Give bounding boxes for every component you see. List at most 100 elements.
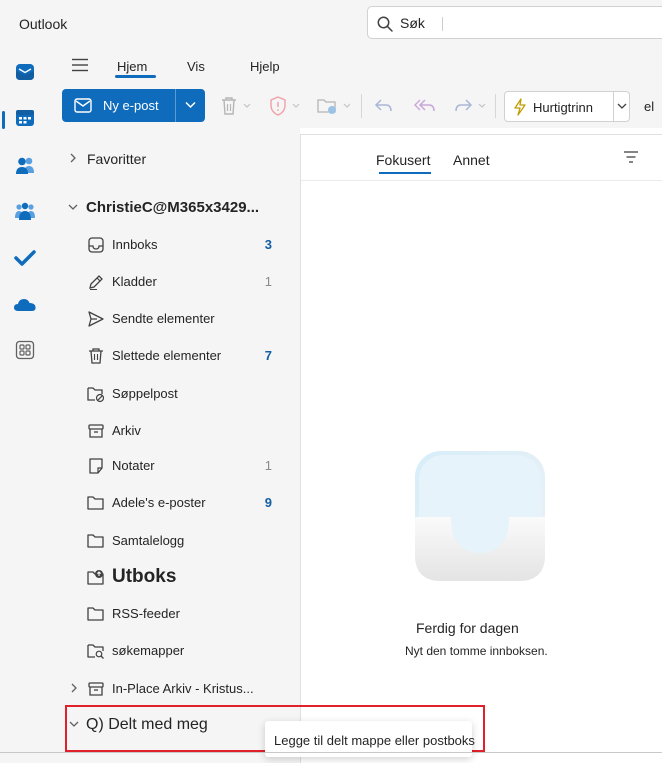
chevron-down-icon bbox=[617, 103, 627, 109]
rail-groups-button[interactable] bbox=[8, 194, 42, 228]
chevron-right-icon bbox=[71, 683, 77, 693]
favorites-section[interactable]: Favoritter bbox=[50, 141, 300, 177]
list-tab-selected-indicator bbox=[379, 172, 431, 174]
folder-label: Samtalelogg bbox=[112, 533, 185, 548]
new-mail-button-group: Ny e-post bbox=[62, 89, 205, 122]
chevron-down-icon bbox=[68, 204, 78, 210]
account-label: ChristieC@M365x3429... bbox=[86, 199, 260, 216]
tab-hjem[interactable]: Hjem bbox=[117, 59, 147, 74]
unread-count: 1 bbox=[264, 274, 272, 289]
folder-label: Innboks bbox=[112, 237, 158, 252]
new-mail-button[interactable]: Ny e-post bbox=[62, 89, 175, 122]
search-icon bbox=[377, 16, 393, 32]
folder-label: Søppelpost bbox=[112, 386, 178, 401]
quick-steps-button[interactable]: Hurtigtrinn bbox=[504, 91, 630, 122]
rail-todo-button[interactable] bbox=[8, 241, 42, 275]
rail-apps-button[interactable] bbox=[8, 333, 42, 367]
drafts-icon bbox=[89, 275, 103, 290]
trash-icon bbox=[222, 97, 251, 115]
reply-icon bbox=[374, 99, 392, 112]
shield-icon bbox=[270, 96, 300, 116]
reply-all-button[interactable] bbox=[412, 94, 438, 118]
outbox-icon bbox=[87, 570, 104, 585]
folder-label: Utboks bbox=[112, 566, 177, 587]
message-list-pane: Fokusert Annet Ferdig for dagen Nyt den … bbox=[300, 134, 662, 763]
folder-item-innboks[interactable]: Innboks 3 bbox=[50, 227, 300, 263]
folder-icon bbox=[87, 496, 104, 510]
tab-hjelp[interactable]: Hjelp bbox=[250, 59, 280, 74]
tab-annet[interactable]: Annet bbox=[453, 152, 490, 168]
folder-label: In-Place Arkiv - Kristus... bbox=[112, 681, 254, 696]
search-input[interactable]: Søk bbox=[367, 6, 662, 39]
folder-item-rss-feeder[interactable]: RSS-feeder bbox=[50, 596, 300, 632]
folder-item-sendte-elementer[interactable]: Sendte elementer bbox=[50, 301, 300, 337]
folder-label: Arkiv bbox=[112, 423, 141, 438]
filter-icon[interactable] bbox=[623, 150, 639, 164]
rail-active-indicator bbox=[2, 111, 5, 129]
folder-item-adeles-e-poster[interactable]: Adele's e-poster 9 bbox=[50, 485, 300, 521]
unread-count: 3 bbox=[264, 237, 272, 252]
folder-label: søkemapper bbox=[112, 643, 185, 658]
delete-button[interactable] bbox=[218, 94, 254, 118]
folder-pane: Favoritter ChristieC@M365x3429... Innbok… bbox=[50, 128, 300, 763]
folder-item-soppelpost[interactable]: Søppelpost bbox=[50, 376, 300, 412]
forward-icon bbox=[455, 99, 486, 112]
toolbar-separator bbox=[495, 94, 496, 118]
forward-button[interactable] bbox=[452, 94, 492, 118]
folder-item-samtalelogg[interactable]: Samtalelogg bbox=[50, 523, 300, 559]
folder-label: Slettede elementer bbox=[112, 348, 222, 363]
rail-calendar-button[interactable] bbox=[8, 101, 42, 135]
rail-mail-button[interactable] bbox=[8, 55, 42, 89]
chevron-right-icon bbox=[70, 153, 76, 163]
onedrive-icon bbox=[14, 299, 36, 311]
move-button[interactable] bbox=[316, 94, 354, 118]
folder-item-sokemapper[interactable]: søkemapper bbox=[50, 633, 300, 669]
folder-icon bbox=[87, 534, 104, 548]
tab-vis[interactable]: Vis bbox=[187, 59, 205, 74]
app-title: Outlook bbox=[19, 16, 68, 32]
rail-people-button[interactable] bbox=[8, 148, 42, 182]
folder-label: Sendte elementer bbox=[112, 311, 215, 326]
unread-count: 1 bbox=[264, 458, 272, 473]
quick-steps-dropdown[interactable] bbox=[613, 92, 630, 121]
todo-icon bbox=[14, 250, 36, 266]
folder-label: Kladder bbox=[112, 274, 157, 289]
reply-all-icon bbox=[414, 99, 435, 112]
folder-item-kladder[interactable]: Kladder 1 bbox=[50, 264, 300, 300]
message-list-header: Fokusert Annet bbox=[301, 135, 662, 181]
folder-item-notater[interactable]: Notater 1 bbox=[50, 448, 300, 484]
report-button[interactable] bbox=[267, 94, 303, 118]
app-rail bbox=[0, 48, 50, 763]
bottom-divider bbox=[0, 752, 662, 753]
archive-icon bbox=[88, 424, 104, 438]
folder-item-utboks[interactable]: Utboks bbox=[50, 560, 300, 596]
empty-inbox-illustration bbox=[415, 451, 545, 581]
new-mail-dropdown-button[interactable] bbox=[175, 89, 205, 122]
reply-button[interactable] bbox=[372, 94, 396, 118]
notes-icon bbox=[89, 458, 103, 474]
tab-fokusert[interactable]: Fokusert bbox=[376, 152, 430, 168]
title-bar: Outlook Søk bbox=[0, 0, 662, 48]
rail-onedrive-button[interactable] bbox=[8, 288, 42, 322]
search-caret bbox=[442, 17, 443, 31]
ribbon-overflow-text[interactable]: el bbox=[644, 99, 654, 114]
folder-move-icon bbox=[317, 99, 351, 114]
mail-icon bbox=[16, 64, 34, 80]
hamburger-menu-icon[interactable] bbox=[71, 58, 89, 72]
people-icon bbox=[16, 157, 34, 174]
folder-label: Notater bbox=[112, 458, 155, 473]
new-mail-label: Ny e-post bbox=[103, 98, 159, 113]
inbox-icon bbox=[88, 237, 104, 253]
folder-item-slettede-elementer[interactable]: Slettede elementer 7 bbox=[50, 338, 300, 374]
envelope-icon bbox=[74, 98, 92, 113]
empty-state-title: Ferdig for dagen bbox=[416, 620, 519, 636]
account-section[interactable]: ChristieC@M365x3429... bbox=[50, 190, 300, 226]
ribbon-toolbar: Ny e-post Hurtigtrinn el bbox=[50, 84, 662, 128]
unread-count: 9 bbox=[264, 495, 272, 510]
search-text: Søk bbox=[400, 15, 425, 31]
apps-icon bbox=[15, 340, 35, 360]
archive-icon bbox=[88, 682, 104, 696]
folder-item-arkiv[interactable]: Arkiv bbox=[50, 413, 300, 449]
in-place-archive-section[interactable]: In-Place Arkiv - Kristus... bbox=[50, 671, 300, 707]
sent-icon bbox=[88, 311, 104, 327]
